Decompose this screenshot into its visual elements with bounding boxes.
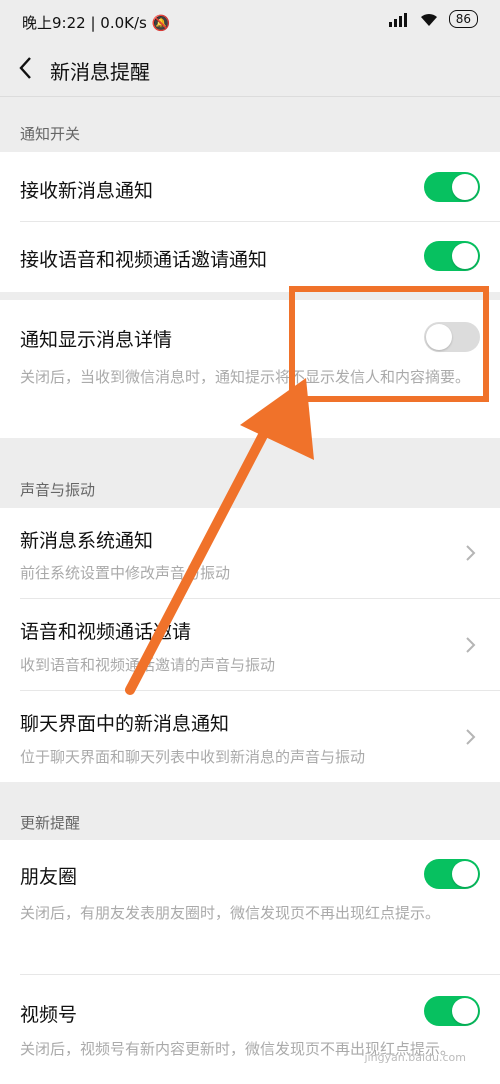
- chevron-right-icon: [466, 729, 476, 745]
- moments-toggle[interactable]: [424, 859, 480, 889]
- call-invite-label: 语音和视频通话邀请: [20, 621, 192, 643]
- page-title: 新消息提醒: [50, 60, 150, 84]
- channels-label: 视频号: [20, 1004, 78, 1026]
- mute-icon: 🔕: [151, 14, 171, 32]
- system-notify-desc: 前往系统设置中修改声音与振动: [20, 564, 231, 582]
- show-detail-label: 通知显示消息详情: [20, 329, 173, 351]
- receive-new-toggle[interactable]: [424, 172, 480, 202]
- receive-call-label: 接收语音和视频通话邀请通知: [20, 249, 268, 271]
- settings-group-update: 朋友圈 关闭后，有朋友发表朋友圈时，微信发现页不再出现红点提示。 视频号 关闭后…: [0, 840, 500, 1084]
- receive-call-toggle[interactable]: [424, 241, 480, 271]
- moments-desc: 关闭后，有朋友发表朋友圈时，微信发现页不再出现红点提示。: [20, 904, 441, 922]
- section-header-update: 更新提醒: [20, 814, 81, 832]
- status-right: 86: [387, 10, 478, 28]
- chevron-right-icon: [466, 545, 476, 561]
- settings-group-sound: 新消息系统通知 前往系统设置中修改声音与振动 语音和视频通话邀请 收到语音和视频…: [0, 508, 500, 782]
- moments-label: 朋友圈: [20, 866, 78, 888]
- signal-icon: [388, 13, 407, 27]
- call-invite-desc: 收到语音和视频通话邀请的声音与振动: [20, 656, 276, 674]
- section-header-sound: 声音与振动: [20, 481, 96, 499]
- nav-bar: 新消息提醒: [0, 44, 500, 97]
- annotation-highlight-box: [289, 286, 489, 402]
- back-arrow-icon[interactable]: [14, 54, 38, 82]
- chat-notify-label: 聊天界面中的新消息通知: [20, 713, 230, 735]
- channels-toggle[interactable]: [424, 996, 480, 1026]
- wifi-icon: [420, 13, 437, 26]
- status-time: 晚上9:22: [22, 14, 86, 32]
- system-notify-label: 新消息系统通知: [20, 530, 154, 552]
- chevron-right-icon: [466, 637, 476, 653]
- watermark: jingyan.baidu.com: [364, 1051, 466, 1064]
- status-left: 晚上9:22 | 0.0K/s 🔕: [22, 14, 171, 32]
- settings-group-notify: 接收新消息通知 接收语音和视频通话邀请通知: [0, 152, 500, 292]
- call-invite-item[interactable]: 语音和视频通话邀请 收到语音和视频通话邀请的声音与振动: [0, 599, 500, 690]
- battery-indicator: 86: [448, 10, 478, 28]
- chat-notify-desc: 位于聊天界面和聊天列表中收到新消息的声音与振动: [20, 748, 366, 766]
- section-header-notify: 通知开关: [20, 125, 81, 143]
- chat-notify-item[interactable]: 聊天界面中的新消息通知 位于聊天界面和聊天列表中收到新消息的声音与振动: [0, 691, 500, 782]
- status-bar: 晚上9:22 | 0.0K/s 🔕 86: [0, 0, 500, 44]
- receive-new-label: 接收新消息通知: [20, 180, 154, 202]
- system-notify-item[interactable]: 新消息系统通知 前往系统设置中修改声音与振动: [0, 508, 500, 598]
- status-speed: 0.0K/s: [100, 14, 147, 32]
